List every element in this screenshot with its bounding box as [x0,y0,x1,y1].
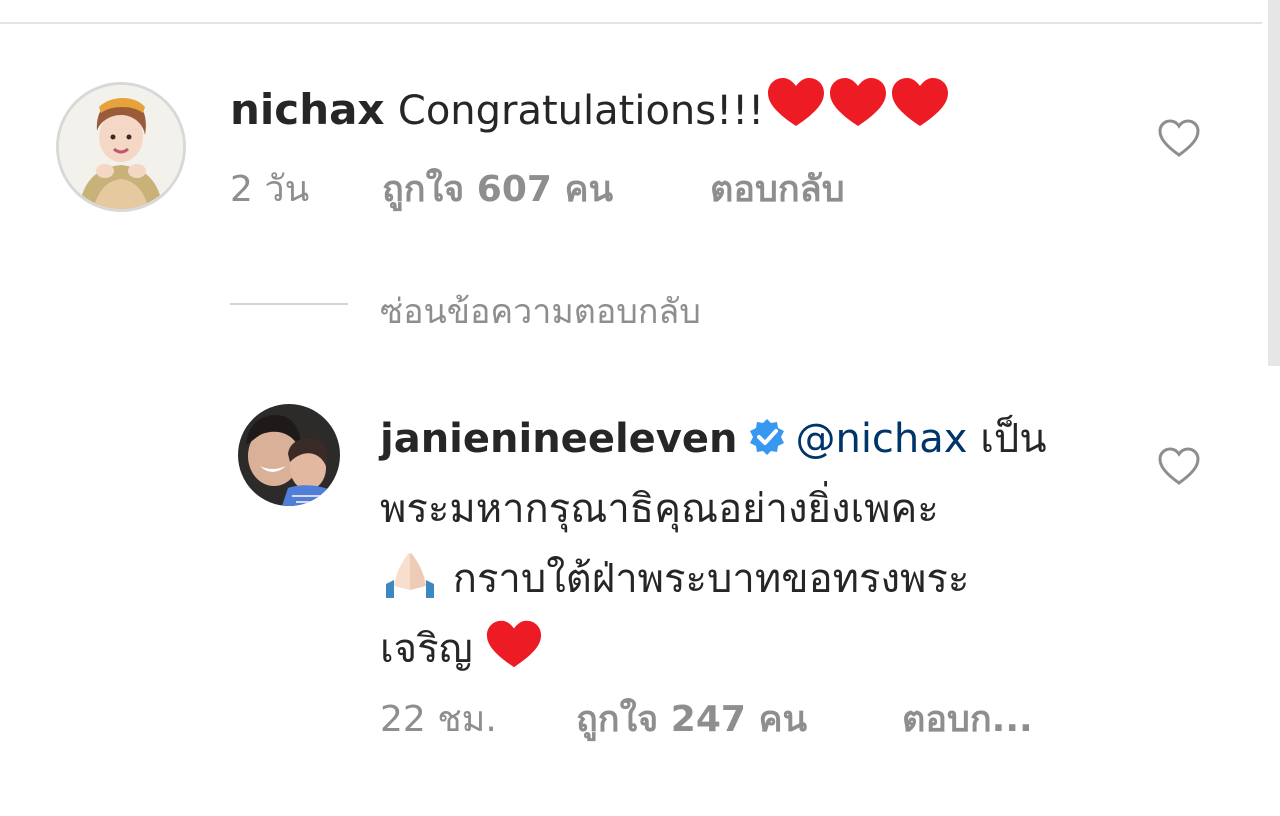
red-heart-emoji [768,78,825,126]
reply-line-3: กราบใต้ฝ่าพระบาทขอทรงพระ [380,544,1100,614]
reply-line-2: พระมหากรุณาธิคุณอย่างยิ่งเพคะ [380,474,1100,544]
reply-text-line-1: เป็น [980,416,1047,462]
comment-username[interactable]: nichax [230,85,385,134]
red-heart-emoji [485,618,543,692]
comment-text: Congratulations!!! [397,88,765,134]
reply-mention[interactable]: @nichax [795,416,967,462]
reply-row-janienineeleven: janienineeleven @nichax เป็น พระมหากรุณา… [380,404,1100,684]
avatar-nichax[interactable] [56,82,186,212]
comment-likes[interactable]: ถูกใจ 607 คน [382,160,613,217]
top-divider [0,22,1262,24]
reply-line-1: janienineeleven @nichax เป็น [380,404,1100,474]
reply-time: 22 ชม. [380,699,497,740]
red-heart-emoji [830,78,887,126]
red-heart-emoji [892,78,949,126]
reply-likes[interactable]: ถูกใจ 247 คน [576,690,807,747]
hide-replies-toggle[interactable]: ซ่อนข้อความตอบกลับ [230,284,790,332]
comment-meta: 2 วัน ถูกใจ 607 คน ตอบกลับ [230,160,930,210]
reply-line-4: เจริญ [380,614,1100,684]
hide-replies-label[interactable]: ซ่อนข้อความตอบกลับ [380,284,701,338]
reply-text-line-3: กราบใต้ฝ่าพระบาทขอทรงพระ [452,556,970,602]
avatar-janienineeleven[interactable] [238,404,340,506]
comment-reply-button[interactable]: ตอบกลับ [710,160,845,217]
verified-badge-icon [747,409,787,455]
heart-outline-icon[interactable] [1157,446,1201,486]
reply-text-line-4: เจริญ [380,626,473,672]
reply-username[interactable]: janienineeleven [380,416,737,462]
comment-time: 2 วัน [230,169,310,210]
comments-view: nichax Congratulations!!! 2 วัน ถูกใจ 60… [0,0,1280,816]
reply-reply-button[interactable]: ตอบก... [902,690,1033,747]
hide-replies-line [230,303,348,305]
red-heart-emoji-group [766,76,950,144]
folded-hands-emoji [380,550,440,622]
scrollbar[interactable] [1268,0,1280,366]
comment-row-nichax: nichax Congratulations!!! [230,76,950,144]
heart-outline-icon[interactable] [1157,118,1201,158]
reply-text-line-2: พระมหากรุณาธิคุณอย่างยิ่งเพคะ [380,486,939,532]
reply-meta: 22 ชม. ถูกใจ 247 คน ตอบก... [380,690,1080,740]
